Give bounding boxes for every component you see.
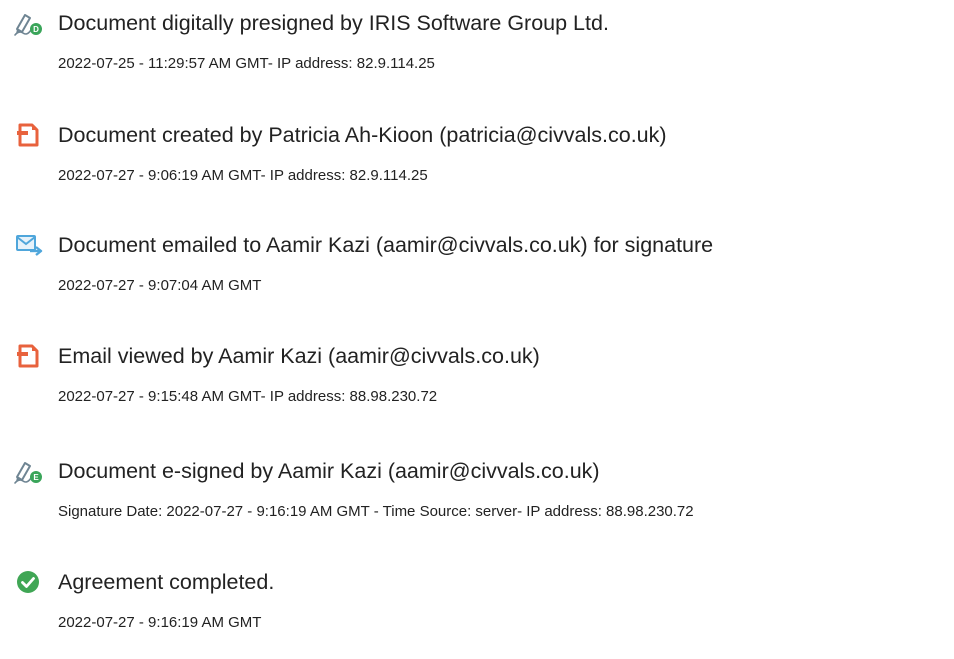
event-details: 2022-07-27 - 9:06:19 AM GMT- IP address:…: [58, 167, 428, 184]
audit-event-emailed: Document emailed to Aamir Kazi (aamir@ci…: [0, 232, 954, 322]
event-title: Document digitally presigned by IRIS Sof…: [58, 11, 609, 35]
document-viewed-icon: [14, 343, 44, 369]
event-title: Email viewed by Aamir Kazi (aamir@civval…: [58, 344, 540, 368]
event-title: Document emailed to Aamir Kazi (aamir@ci…: [58, 233, 714, 257]
event-title: Agreement completed.: [58, 570, 275, 594]
signature-pen-icon: E: [14, 458, 44, 484]
audit-event-presigned: D Document digitally presigned by IRIS S…: [0, 10, 954, 100]
svg-text:D: D: [33, 25, 39, 34]
event-details: 2022-07-27 - 9:15:48 AM GMT- IP address:…: [58, 388, 438, 405]
audit-event-created: Document created by Patricia Ah-Kioon (p…: [0, 122, 954, 212]
signature-pen-icon: D: [14, 10, 44, 36]
event-details: 2022-07-27 - 9:16:19 AM GMT: [58, 614, 262, 631]
svg-text:E: E: [33, 473, 39, 482]
event-title: Document e-signed by Aamir Kazi (aamir@c…: [58, 459, 600, 483]
audit-event-e-signed: E Document e-signed by Aamir Kazi (aamir…: [0, 458, 954, 548]
event-details: 2022-07-25 - 11:29:57 AM GMT- IP address…: [58, 55, 435, 72]
email-sent-icon: [14, 232, 44, 258]
event-details: 2022-07-27 - 9:07:04 AM GMT: [58, 277, 262, 294]
audit-event-viewed: Email viewed by Aamir Kazi (aamir@civval…: [0, 343, 954, 433]
document-created-icon: [14, 122, 44, 148]
event-title: Document created by Patricia Ah-Kioon (p…: [58, 123, 667, 147]
check-circle-icon: [14, 569, 44, 595]
event-details: Signature Date: 2022-07-27 - 9:16:19 AM …: [58, 503, 694, 520]
audit-event-completed: Agreement completed. 2022-07-27 - 9:16:1…: [0, 569, 954, 659]
